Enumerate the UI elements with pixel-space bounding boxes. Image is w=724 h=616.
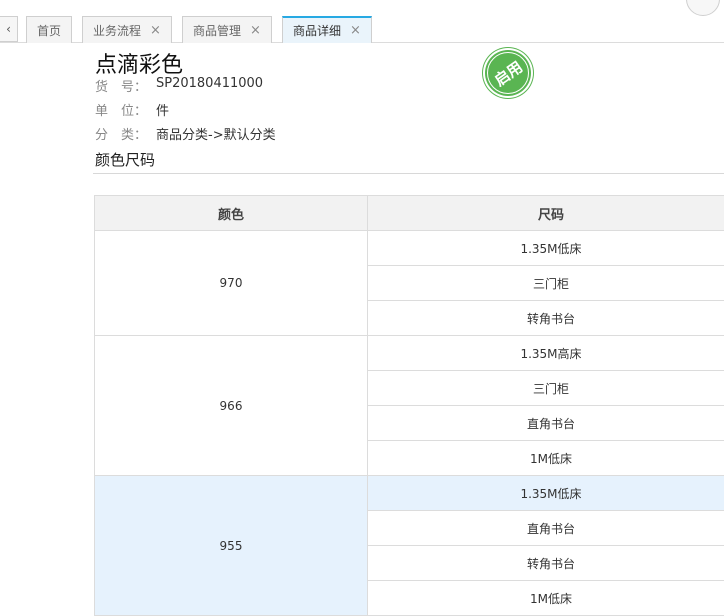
- status-stamp: 启用: [483, 48, 533, 98]
- color-size-table: 颜色 尺码 9701.35M低床三门柜转角书台9661.35M高床三门柜直角书台…: [94, 195, 724, 616]
- color-cell: 966: [95, 336, 368, 476]
- table-row: 9701.35M低床: [95, 231, 724, 266]
- tab-scroll-left-button[interactable]: ‹: [0, 16, 18, 42]
- tab-bar: ‹ 首页 业务流程 × 商品管理 × 商品详细 ×: [0, 0, 724, 43]
- user-menu-button[interactable]: [686, 0, 720, 16]
- header-size: 尺码: [368, 196, 724, 231]
- field-category: 分 类： 商品分类->默认分类: [95, 124, 276, 143]
- chevron-left-icon: ‹: [6, 22, 11, 36]
- section-title: 颜色尺码: [95, 149, 155, 170]
- header-color: 颜色: [95, 196, 368, 231]
- table-row: 9551.35M低床: [95, 476, 724, 511]
- table-row: 9661.35M高床: [95, 336, 724, 371]
- size-cell: 直角书台: [368, 406, 724, 441]
- field-value: SP20180411000: [156, 76, 263, 95]
- size-cell: 三门柜: [368, 371, 724, 406]
- size-cell: 转角书台: [368, 301, 724, 336]
- tab-label: 商品管理: [193, 22, 241, 39]
- tab-label: 商品详细: [293, 22, 341, 39]
- size-cell: 1.35M高床: [368, 336, 724, 371]
- field-unit: 单 位： 件: [95, 100, 169, 119]
- field-label: 货 号：: [95, 76, 156, 95]
- tab-label: 首页: [37, 22, 61, 39]
- field-sku: 货 号： SP20180411000: [95, 76, 263, 95]
- size-cell: 1.35M低床: [368, 231, 724, 266]
- size-cell: 转角书台: [368, 546, 724, 581]
- tab-label: 业务流程: [93, 22, 141, 39]
- tab-home[interactable]: 首页: [26, 16, 72, 43]
- field-value: 件: [156, 100, 169, 119]
- close-icon[interactable]: ×: [250, 23, 261, 38]
- tab-product-management[interactable]: 商品管理 ×: [182, 16, 272, 43]
- color-size-table-wrapper: 颜色 尺码 9701.35M低床三门柜转角书台9661.35M高床三门柜直角书台…: [94, 195, 724, 616]
- close-icon[interactable]: ×: [350, 23, 361, 38]
- divider: [93, 173, 724, 174]
- tab-business-process[interactable]: 业务流程 ×: [82, 16, 172, 43]
- product-name: 点滴彩色: [95, 47, 183, 79]
- tab-product-detail[interactable]: 商品详细 ×: [282, 16, 372, 43]
- table-header-row: 颜色 尺码: [95, 196, 724, 231]
- product-detail-content: 点滴彩色 启用 货 号： SP20180411000 单 位： 件 分 类： 商…: [0, 43, 724, 599]
- field-label: 分 类：: [95, 124, 156, 143]
- color-cell: 970: [95, 231, 368, 336]
- field-label: 单 位：: [95, 100, 156, 119]
- stamp-label: 启用: [473, 38, 543, 108]
- table-body: 9701.35M低床三门柜转角书台9661.35M高床三门柜直角书台1M低床95…: [95, 231, 724, 616]
- size-cell: 1M低床: [368, 581, 724, 616]
- size-cell: 三门柜: [368, 266, 724, 301]
- color-cell: 955: [95, 476, 368, 616]
- size-cell: 直角书台: [368, 511, 724, 546]
- close-icon[interactable]: ×: [150, 23, 161, 38]
- field-value: 商品分类->默认分类: [156, 124, 276, 143]
- size-cell: 1.35M低床: [368, 476, 724, 511]
- size-cell: 1M低床: [368, 441, 724, 476]
